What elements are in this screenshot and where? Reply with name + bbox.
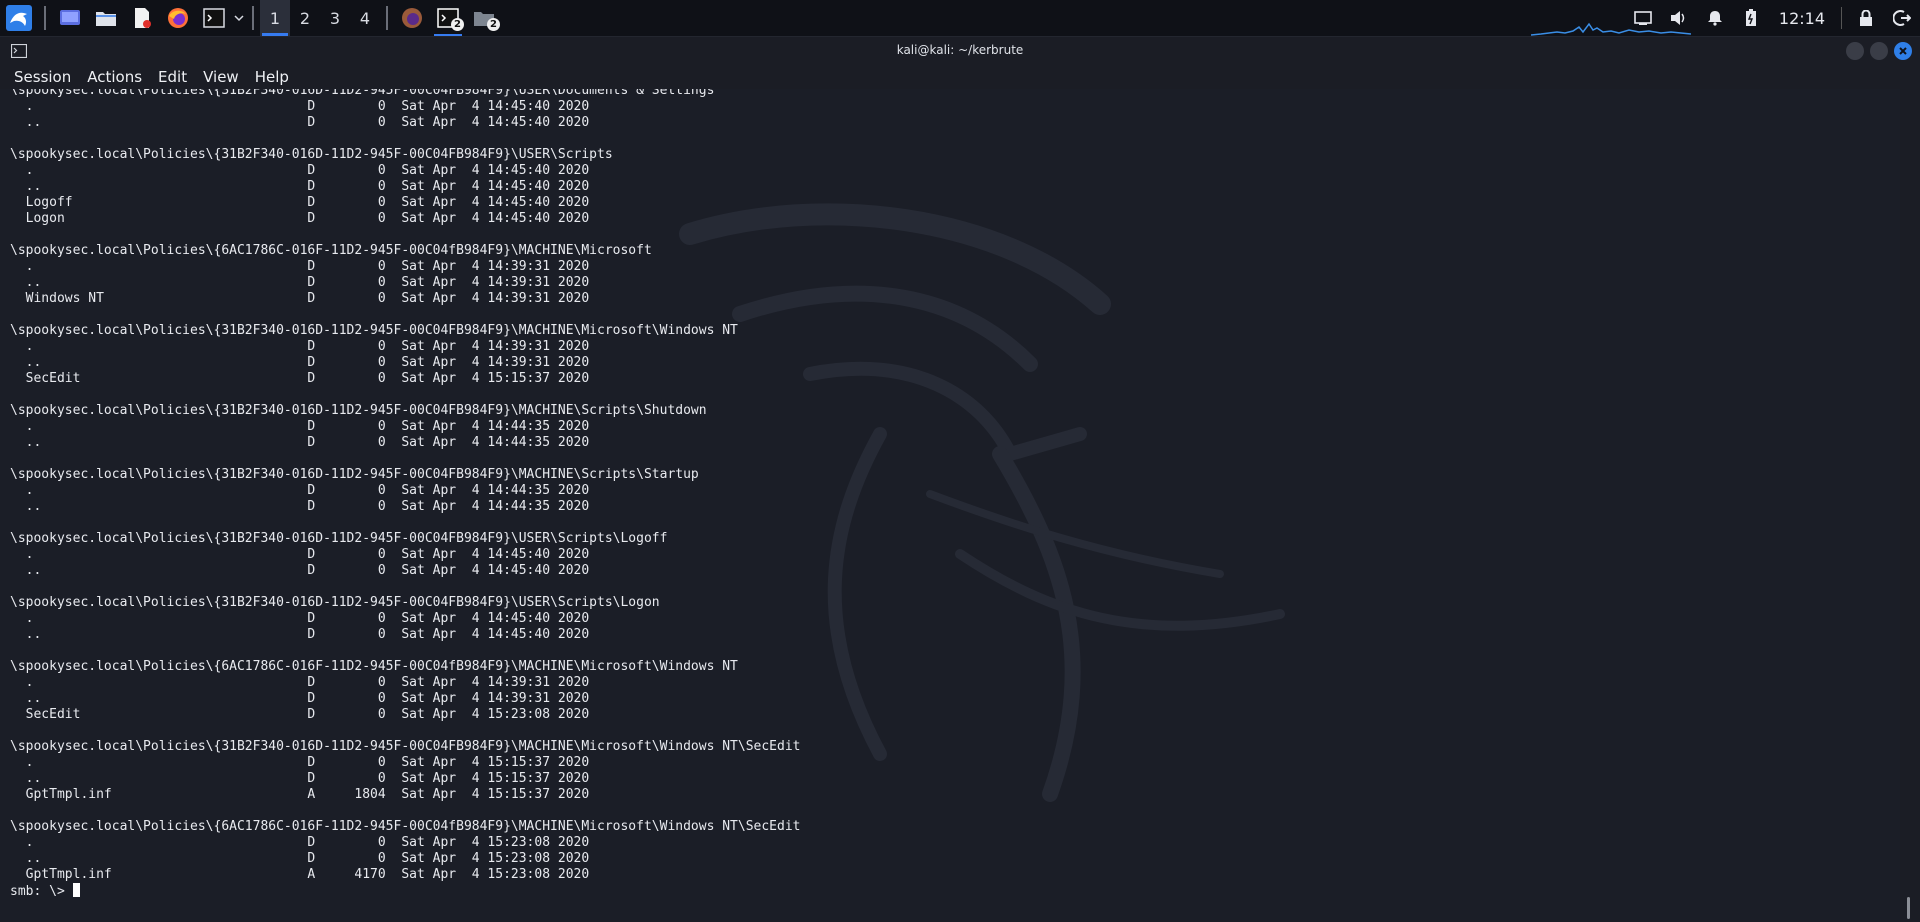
logout-icon[interactable] xyxy=(1884,0,1920,36)
directory-entry-row: .. D 0 Sat Apr 4 14:45:40 2020 xyxy=(10,115,590,130)
menu-view[interactable]: View xyxy=(195,68,247,86)
close-icon xyxy=(1899,47,1907,55)
menu-help[interactable]: Help xyxy=(247,68,297,86)
panel-separator xyxy=(386,6,388,30)
directory-entry-row: .. D 0 Sat Apr 4 14:39:31 2020 xyxy=(10,691,590,706)
directory-entry-row: Logon D 0 Sat Apr 4 14:45:40 2020 xyxy=(10,211,590,226)
terminal-task-icon[interactable]: 2 xyxy=(434,4,464,36)
directory-entry-row: .. D 0 Sat Apr 4 14:39:31 2020 xyxy=(10,355,590,370)
menu-session[interactable]: Session xyxy=(6,68,79,86)
directory-path-line: \spookysec.local\Policies\{31B2F340-016D… xyxy=(10,403,707,418)
clock[interactable]: 12:14 xyxy=(1769,9,1835,28)
directory-entry-row: . D 0 Sat Apr 4 14:44:35 2020 xyxy=(10,419,590,434)
directory-path-line: \spookysec.local\Policies\{6AC1786C-016F… xyxy=(10,659,738,674)
directory-path-line: \spookysec.local\Policies\{31B2F340-016D… xyxy=(10,531,668,546)
directory-entry-row: .. D 0 Sat Apr 4 14:45:40 2020 xyxy=(10,627,590,642)
directory-entry-row: . D 0 Sat Apr 4 14:39:31 2020 xyxy=(10,259,590,274)
chevron-down-icon[interactable] xyxy=(232,4,246,32)
directory-path-line: \spookysec.local\Policies\{31B2F340-016D… xyxy=(10,595,660,610)
workspace-4[interactable]: 4 xyxy=(350,0,380,36)
text-cursor xyxy=(72,883,80,897)
directory-entry-row: . D 0 Sat Apr 4 14:44:35 2020 xyxy=(10,483,590,498)
terminal-window: kali@kali: ~/kerbrute Session Actions Ed… xyxy=(0,37,1920,922)
firefox-icon[interactable] xyxy=(164,4,192,32)
window-title: kali@kali: ~/kerbrute xyxy=(896,43,1024,57)
tray-separator xyxy=(1841,7,1842,29)
text-editor-icon[interactable] xyxy=(128,4,156,32)
directory-entry-row: . D 0 Sat Apr 4 15:23:08 2020 xyxy=(10,835,590,850)
directory-entry-row: . D 0 Sat Apr 4 14:45:40 2020 xyxy=(10,163,590,178)
smb-prompt-line[interactable]: smb: \> xyxy=(10,883,801,900)
menu-bar: Session Actions Edit View Help xyxy=(0,65,1920,89)
directory-path-line: \spookysec.local\Policies\{31B2F340-016D… xyxy=(10,467,699,482)
directory-path-line: \spookysec.local\Policies\{31B2F340-016D… xyxy=(10,147,613,162)
directory-path-line: \spookysec.local\Policies\{31B2F340-016D… xyxy=(10,89,715,98)
terminal-text: \spookysec.local\Policies\{31B2F340-016D… xyxy=(10,89,801,900)
terminal-launcher-icon[interactable] xyxy=(200,4,228,32)
directory-entry-row: . D 0 Sat Apr 4 15:15:37 2020 xyxy=(10,755,590,770)
system-tray: 12:14 xyxy=(1625,0,1920,36)
workspace-1[interactable]: 1 xyxy=(260,0,290,36)
files-task-icon[interactable]: 2 xyxy=(470,4,500,32)
directory-entry-row: . D 0 Sat Apr 4 14:39:31 2020 xyxy=(10,339,590,354)
directory-entry-row: .. D 0 Sat Apr 4 15:23:08 2020 xyxy=(10,851,590,866)
file-manager-icon[interactable] xyxy=(92,4,120,32)
top-panel: 1 2 3 4 2 2 12:14 xyxy=(0,0,1920,37)
directory-entry-row: .. D 0 Sat Apr 4 14:39:31 2020 xyxy=(10,275,590,290)
menu-actions[interactable]: Actions xyxy=(79,68,150,86)
directory-entry-row: . D 0 Sat Apr 4 14:45:40 2020 xyxy=(10,611,590,626)
workspace-2[interactable]: 2 xyxy=(290,0,320,36)
directory-entry-row: GptTmpl.inf A 4170 Sat Apr 4 15:23:08 20… xyxy=(10,867,590,882)
menu-edit[interactable]: Edit xyxy=(150,68,195,86)
battery-icon[interactable] xyxy=(1733,0,1769,36)
terminal-scrollbar[interactable] xyxy=(1907,897,1910,919)
directory-entry-row: . D 0 Sat Apr 4 14:45:40 2020 xyxy=(10,547,590,562)
terminal-output-area[interactable]: \spookysec.local\Policies\{31B2F340-016D… xyxy=(0,89,1900,922)
directory-entry-row: .. D 0 Sat Apr 4 14:44:35 2020 xyxy=(10,499,590,514)
directory-entry-row: .. D 0 Sat Apr 4 14:44:35 2020 xyxy=(10,435,590,450)
directory-entry-row: SecEdit D 0 Sat Apr 4 15:15:37 2020 xyxy=(10,371,590,386)
lock-icon[interactable] xyxy=(1848,0,1884,36)
directory-path-line: \spookysec.local\Policies\{6AC1786C-016F… xyxy=(10,819,801,834)
files-window-count: 2 xyxy=(487,18,500,31)
minimize-button[interactable] xyxy=(1846,42,1864,60)
panel-separator xyxy=(44,6,46,30)
directory-path-line: \spookysec.local\Policies\{6AC1786C-016F… xyxy=(10,243,652,258)
directory-path-line: \spookysec.local\Policies\{31B2F340-016D… xyxy=(10,739,801,754)
workspace-3[interactable]: 3 xyxy=(320,0,350,36)
maximize-button[interactable] xyxy=(1870,42,1888,60)
volume-icon[interactable] xyxy=(1661,0,1697,36)
panel-separator xyxy=(252,6,254,30)
smb-prompt: smb: \> xyxy=(10,884,73,899)
kali-menu-icon[interactable] xyxy=(4,4,34,32)
window-titlebar[interactable]: kali@kali: ~/kerbrute xyxy=(0,37,1920,65)
directory-entry-row: SecEdit D 0 Sat Apr 4 15:23:08 2020 xyxy=(10,707,590,722)
notifications-icon[interactable] xyxy=(1697,0,1733,36)
directory-entry-row: . D 0 Sat Apr 4 14:39:31 2020 xyxy=(10,675,590,690)
directory-entry-row: Windows NT D 0 Sat Apr 4 14:39:31 2020 xyxy=(10,291,590,306)
desktop-icon[interactable] xyxy=(56,4,84,32)
display-icon[interactable] xyxy=(1625,0,1661,36)
firefox-task-icon[interactable] xyxy=(398,4,426,32)
terminal-window-count: 2 xyxy=(451,18,464,31)
directory-entry-row: GptTmpl.inf A 1804 Sat Apr 4 15:15:37 20… xyxy=(10,787,590,802)
directory-entry-row: . D 0 Sat Apr 4 14:45:40 2020 xyxy=(10,99,590,114)
directory-path-line: \spookysec.local\Policies\{31B2F340-016D… xyxy=(10,323,738,338)
directory-entry-row: .. D 0 Sat Apr 4 14:45:40 2020 xyxy=(10,179,590,194)
close-button[interactable] xyxy=(1894,42,1912,60)
directory-entry-row: .. D 0 Sat Apr 4 15:15:37 2020 xyxy=(10,771,590,786)
directory-entry-row: Logoff D 0 Sat Apr 4 14:45:40 2020 xyxy=(10,195,590,210)
directory-entry-row: .. D 0 Sat Apr 4 14:45:40 2020 xyxy=(10,563,590,578)
